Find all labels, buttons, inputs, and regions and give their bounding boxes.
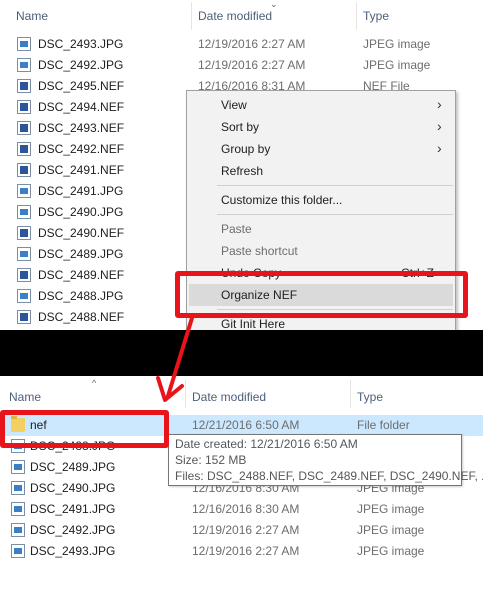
menu-item-customize-folder[interactable]: Customize this folder... (187, 189, 455, 211)
menu-item-label: Git Init Here (221, 317, 286, 331)
file-date: 12/19/2016 2:27 AM (198, 58, 306, 72)
jpg-file-icon (17, 247, 31, 261)
file-name: DSC_2492.JPG (30, 523, 116, 537)
nef-file-icon (17, 163, 31, 177)
file-date: 12/19/2016 2:27 AM (192, 544, 300, 558)
tooltip-date-created: Date created: 12/21/2016 6:50 AM (175, 437, 358, 451)
nef-file-icon (17, 268, 31, 282)
file-date: 12/19/2016 2:27 AM (192, 523, 300, 537)
menu-item-label: Paste (221, 222, 252, 236)
nef-file-icon (17, 310, 31, 324)
column-divider[interactable] (356, 2, 357, 30)
file-type: JPEG image (363, 58, 431, 72)
file-name: DSC_2491.JPG (30, 502, 116, 516)
menu-separator (217, 214, 453, 215)
nef-file-icon (17, 100, 31, 114)
column-header-name[interactable]: Name (16, 9, 48, 23)
menu-item-label: Customize this folder... (221, 193, 343, 207)
nef-file-icon (17, 121, 31, 135)
file-row[interactable]: DSC_2492.JPG 12/19/2016 2:27 AM JPEG ima… (0, 55, 483, 76)
file-type: JPEG image (363, 37, 431, 51)
jpg-file-icon (17, 289, 31, 303)
menu-item-refresh[interactable]: Refresh (187, 160, 455, 182)
column-header-bar: Name ⌄ Date modified Type (0, 0, 483, 32)
menu-item-label: View (221, 98, 247, 112)
column-header-date[interactable]: Date modified (192, 390, 266, 404)
jpg-file-icon (11, 523, 25, 537)
tooltip-files: Files: DSC_2488.NEF, DSC_2489.NEF, DSC_2… (175, 469, 483, 483)
chevron-right-icon: › (437, 96, 442, 112)
file-date: 12/16/2016 8:30 AM (192, 502, 300, 516)
column-divider[interactable] (350, 380, 351, 408)
file-row[interactable]: DSC_2492.JPG 12/19/2016 2:27 AM JPEG ima… (0, 520, 483, 541)
menu-item-paste-shortcut[interactable]: Paste shortcut (187, 240, 455, 262)
menu-item-view[interactable]: View › (187, 94, 455, 116)
chevron-right-icon: › (437, 118, 442, 134)
file-date: 12/19/2016 2:27 AM (198, 37, 306, 51)
file-name: DSC_2489.NEF (38, 268, 125, 282)
file-name: DSC_2493.JPG (30, 544, 116, 558)
folder-tooltip: Date created: 12/21/2016 6:50 AM Size: 1… (168, 434, 483, 486)
jpg-file-icon (11, 502, 25, 516)
menu-item-label: Group by (221, 142, 271, 156)
menu-item-label: Refresh (221, 164, 264, 178)
jpg-file-icon (11, 460, 25, 474)
column-divider[interactable] (191, 2, 192, 30)
file-name: DSC_2491.NEF (38, 163, 125, 177)
menu-item-label: Paste shortcut (221, 244, 298, 258)
jpg-file-icon (17, 58, 31, 72)
nef-file-icon (17, 79, 31, 93)
file-type: JPEG image (357, 502, 425, 516)
file-row[interactable]: DSC_2493.JPG 12/19/2016 2:27 AM JPEG ima… (0, 541, 483, 562)
file-name: DSC_2489.JPG (38, 247, 124, 261)
file-type: File folder (357, 418, 410, 432)
file-name: DSC_2492.JPG (38, 58, 124, 72)
file-name: DSC_2490.NEF (38, 226, 125, 240)
file-name: DSC_2493.NEF (38, 121, 125, 135)
file-name: DSC_2493.JPG (38, 37, 124, 51)
column-divider[interactable] (185, 380, 186, 408)
column-header-type[interactable]: Type (363, 9, 389, 23)
file-type: JPEG image (357, 523, 425, 537)
menu-item-label: Sort by (221, 120, 260, 134)
jpg-file-icon (11, 544, 25, 558)
file-date: 12/21/2016 6:50 AM (192, 418, 300, 432)
tooltip-size: Size: 152 MB (175, 453, 247, 467)
chevron-right-icon: › (437, 140, 442, 156)
file-name: DSC_2490.JPG (30, 481, 116, 495)
jpg-file-icon (17, 184, 31, 198)
annotation-highlight-organize-nef (175, 271, 468, 318)
column-header-name[interactable]: Name (9, 390, 41, 404)
jpg-file-icon (11, 481, 25, 495)
menu-item-paste[interactable]: Paste (187, 218, 455, 240)
nef-file-icon (17, 226, 31, 240)
column-header-date[interactable]: Date modified (198, 9, 272, 23)
file-name: DSC_2490.JPG (38, 205, 124, 219)
jpg-file-icon (17, 37, 31, 51)
file-row[interactable]: DSC_2491.JPG 12/16/2016 8:30 AM JPEG ima… (0, 499, 483, 520)
file-name: DSC_2495.NEF (38, 79, 125, 93)
screenshot-separator (0, 330, 483, 376)
file-name: DSC_2488.JPG (38, 289, 124, 303)
column-header-bar: ^ Name Date modified Type (0, 376, 483, 408)
file-name: DSC_2491.JPG (38, 184, 124, 198)
file-name: DSC_2492.NEF (38, 142, 125, 156)
menu-item-group-by[interactable]: Group by › (187, 138, 455, 160)
file-name: DSC_2494.NEF (38, 100, 125, 114)
sort-caret-icon: ^ (92, 378, 97, 388)
jpg-file-icon (17, 205, 31, 219)
file-name: DSC_2488.NEF (38, 310, 125, 324)
column-header-type[interactable]: Type (357, 390, 383, 404)
file-name: DSC_2489.JPG (30, 460, 116, 474)
menu-item-sort-by[interactable]: Sort by › (187, 116, 455, 138)
file-type: JPEG image (357, 544, 425, 558)
menu-separator (217, 185, 453, 186)
file-row[interactable]: DSC_2493.JPG 12/19/2016 2:27 AM JPEG ima… (0, 34, 483, 55)
nef-file-icon (17, 142, 31, 156)
annotation-highlight-nef-folder (0, 410, 169, 448)
